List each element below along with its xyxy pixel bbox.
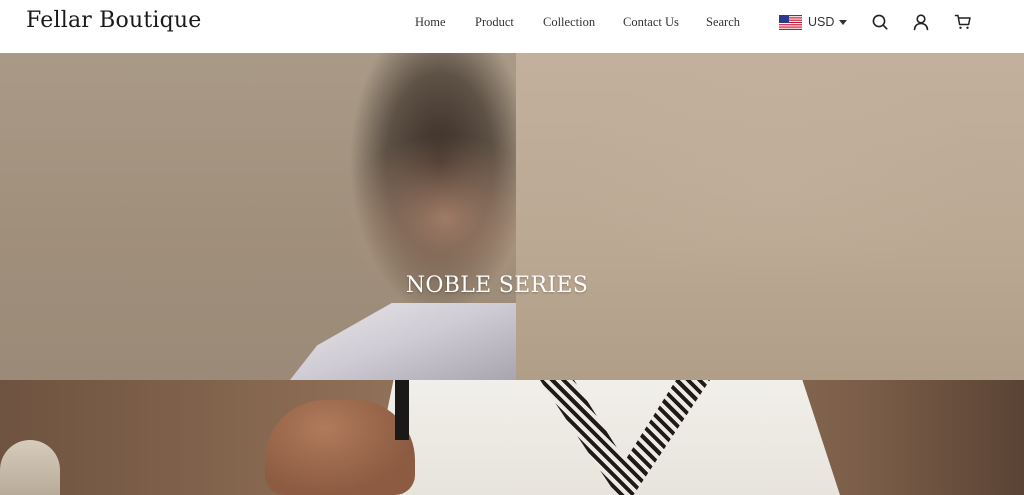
currency-code: USD	[808, 15, 835, 29]
banner-image-detail	[0, 440, 60, 495]
nav-search[interactable]: Search	[706, 15, 740, 30]
hero-image-right	[516, 53, 1024, 380]
search-icon	[872, 14, 888, 30]
us-flag-icon	[779, 14, 802, 30]
nav-home[interactable]: Home	[415, 15, 446, 30]
hero-title[interactable]: NOBLE SERIES	[0, 273, 994, 298]
nav-product[interactable]: Product	[475, 15, 514, 30]
account-button[interactable]	[911, 12, 931, 32]
brand-logo[interactable]: Fellar Boutique	[26, 8, 202, 33]
site-header: Fellar Boutique Home Product Collection …	[0, 0, 1024, 53]
banner-image-arm	[265, 400, 415, 495]
secondary-banner-image[interactable]	[0, 380, 1024, 495]
banner-image-stripe	[395, 380, 409, 440]
nav-contact-us[interactable]: Contact Us	[623, 15, 679, 30]
chevron-down-icon	[839, 19, 848, 25]
user-icon	[913, 14, 929, 31]
currency-selector[interactable]: USD	[779, 13, 848, 31]
hero-banner[interactable]: NOBLE SERIES	[0, 53, 1024, 380]
nav-collection[interactable]: Collection	[543, 15, 595, 30]
search-button[interactable]	[870, 12, 890, 32]
cart-button[interactable]	[953, 12, 973, 32]
cart-icon	[954, 14, 971, 29]
